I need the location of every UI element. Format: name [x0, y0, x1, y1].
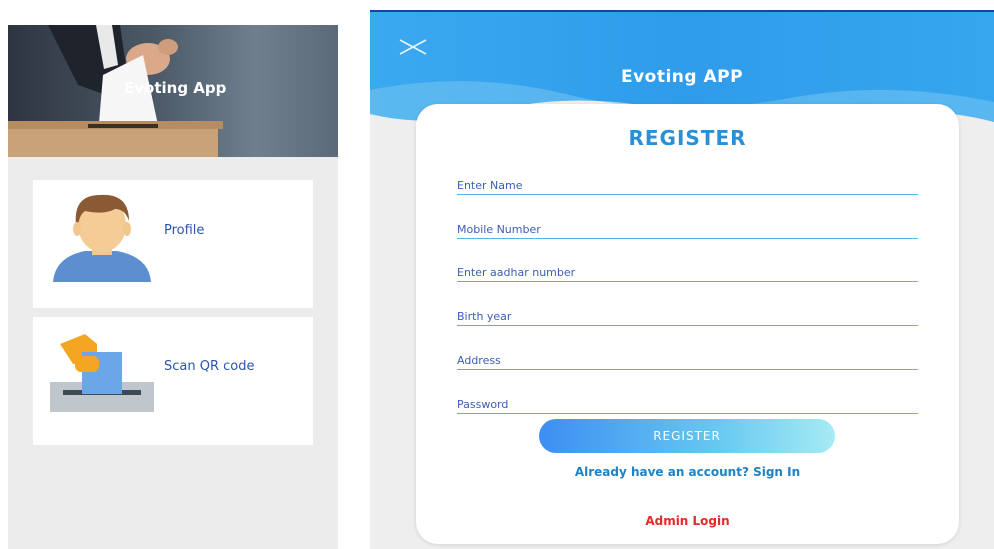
password-input[interactable] [457, 398, 918, 411]
register-screen: Evoting APP REGISTER REGISTER Already ha… [370, 10, 994, 549]
status-bar [370, 10, 994, 12]
birth-year-input[interactable] [457, 310, 918, 323]
menu-item-scan-qr-label: Scan QR code [164, 359, 255, 374]
menu-item-profile-label: Profile [164, 223, 205, 238]
name-field [457, 172, 918, 195]
password-field [457, 391, 918, 414]
sign-in-link[interactable]: Already have an account? Sign In [416, 465, 959, 479]
app-title: Evoting APP [620, 67, 744, 87]
address-input[interactable] [457, 354, 918, 367]
aadhar-number-input[interactable] [457, 266, 918, 279]
mobile-number-input[interactable] [457, 223, 918, 236]
menu-item-scan-qr[interactable]: Scan QR code [33, 317, 313, 445]
form-heading: REGISTER [628, 126, 747, 150]
close-icon[interactable] [398, 38, 428, 56]
birth-year-field [457, 303, 918, 326]
aadhar-field [457, 259, 918, 282]
hero-banner: Evoting App [8, 25, 338, 157]
name-input[interactable] [457, 179, 918, 192]
menu-item-profile[interactable]: Profile [33, 180, 313, 308]
address-field [457, 347, 918, 370]
mobile-field [457, 216, 918, 239]
admin-login-link[interactable]: Admin Login [416, 514, 959, 528]
register-form: REGISTER REGISTER Already have an accoun… [416, 104, 959, 544]
ballot-box-icon [45, 322, 155, 426]
hero-title: Evoting App [124, 79, 227, 97]
register-button[interactable]: REGISTER [539, 419, 835, 453]
profile-avatar-icon [45, 185, 155, 299]
home-screen: Evoting App Profile Scan QR code [8, 25, 338, 549]
